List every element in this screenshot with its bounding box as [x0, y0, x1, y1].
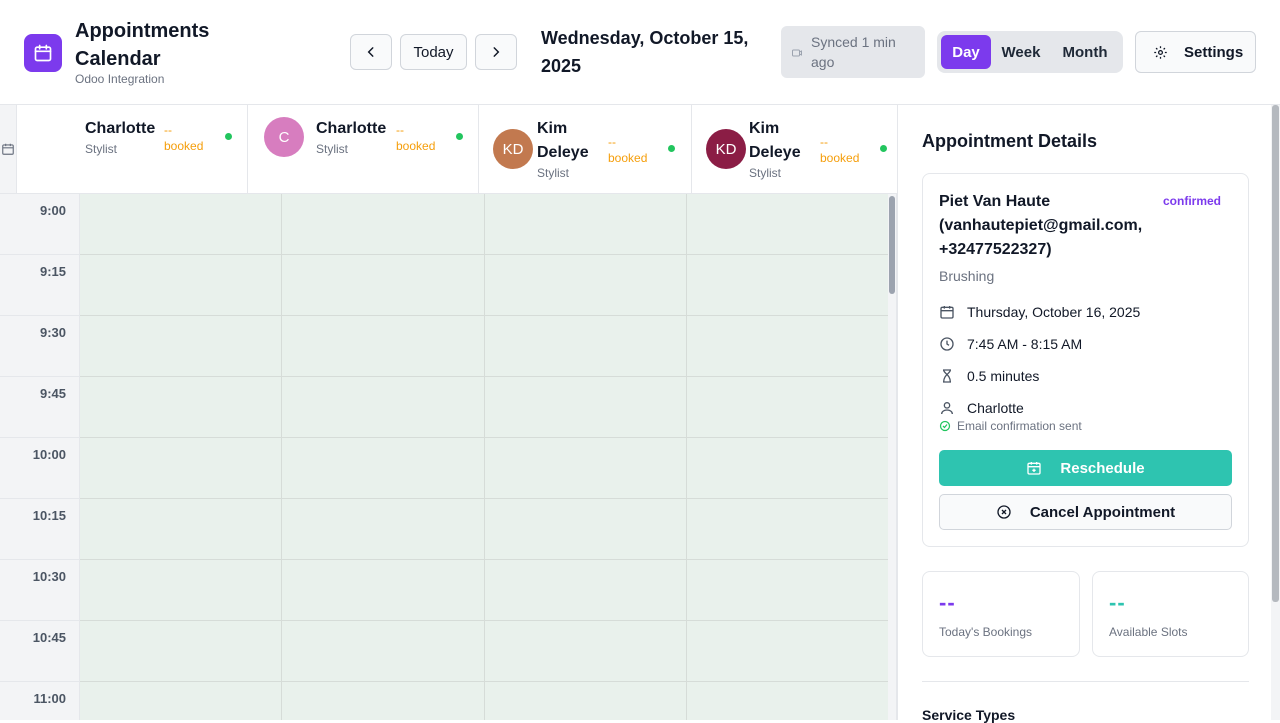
staff-role: Stylist [316, 142, 349, 156]
calendar-icon [940, 306, 954, 319]
online-status-dot [880, 145, 887, 152]
service-name: Brushing [939, 268, 995, 284]
client-info: Piet Van Haute (vanhautepiet@gmail.com, … [939, 193, 1143, 258]
status-badge: confirmed [1162, 194, 1221, 208]
settings-button[interactable]: Settings [1135, 31, 1256, 73]
time-slot-cells[interactable] [80, 194, 888, 720]
current-date-title: Wednesday, October 15, 2025 [541, 28, 749, 76]
panel-divider [922, 681, 1249, 682]
check-circle-icon [939, 420, 951, 432]
appointment-details-panel: Appointment Details Piet Van Haute (vanh… [897, 105, 1271, 723]
cancel-appointment-button[interactable]: Cancel Appointment [939, 494, 1232, 530]
service-types-title: Service Types [922, 707, 1016, 723]
view-switcher: Day Week Month [937, 31, 1123, 73]
view-month-button[interactable]: Month [1051, 35, 1119, 69]
x-circle-icon [997, 505, 1011, 519]
appointment-duration: 0.5 minutes [967, 368, 1040, 384]
available-slots-label: Available Slots [1109, 625, 1188, 639]
calendar-icon [2, 143, 14, 155]
view-week-button[interactable]: Week [995, 35, 1047, 69]
view-day-button[interactable]: Day [941, 35, 991, 69]
settings-label: Settings [1184, 43, 1244, 61]
online-status-dot [456, 133, 463, 140]
staff-name: Kim Deleye [537, 120, 589, 161]
time-label: 9:45 [39, 386, 66, 401]
gear-icon [1154, 45, 1167, 59]
next-day-button[interactable] [475, 34, 517, 70]
staff-gutter [0, 105, 17, 193]
available-slots-value: -- [1109, 590, 1126, 615]
appointment-date-row: Thursday, October 16, 2025 [939, 301, 1140, 323]
appointment-duration-row: 0.5 minutes [939, 365, 1039, 387]
avatar: C [264, 117, 304, 157]
grid-scrollbar-thumb[interactable] [889, 196, 895, 294]
staff-name: Kim Deleye [749, 120, 801, 161]
avatar: KD [493, 129, 533, 169]
time-label: 10:15 [32, 508, 66, 523]
time-label: 10:45 [32, 630, 66, 645]
calendar-plus-icon [1027, 462, 1042, 475]
today-button[interactable]: Today [400, 34, 467, 70]
staff-name: Charlotte [316, 120, 387, 137]
staff-header-row: Charlotte Stylist -- booked C Charlotte … [0, 105, 897, 194]
staff-column-header[interactable]: KD Kim Deleye Stylist -- booked [692, 105, 897, 193]
time-column: 9:00 9:15 9:30 9:45 10:00 10:15 10:30 10… [0, 194, 80, 720]
page-scrollbar-thumb[interactable] [1272, 105, 1279, 602]
time-label: 10:00 [32, 447, 66, 462]
time-label: 9:00 [39, 203, 66, 218]
day-schedule-grid: 9:00 9:15 9:30 9:45 10:00 10:15 10:30 10… [0, 194, 888, 720]
time-label: 10:30 [32, 569, 66, 584]
chevron-left-icon [367, 47, 374, 57]
time-label: 9:30 [39, 325, 66, 340]
grid-scrollbar[interactable] [888, 194, 897, 720]
online-status-dot [668, 145, 675, 152]
appointment-time-row: 7:45 AM - 8:15 AM [939, 333, 1082, 355]
available-slots-card: -- Available Slots [1092, 571, 1249, 657]
time-label: 9:15 [39, 264, 66, 279]
email-confirmation-text: Email confirmation sent [957, 419, 1082, 433]
staff-role: Stylist [537, 166, 570, 180]
page-scrollbar[interactable] [1271, 105, 1280, 720]
sync-status-text: Synced 1 min ago [811, 34, 896, 70]
app-header: Appointments Calendar Odoo Integration T… [0, 0, 1280, 105]
appointment-staff-row: Charlotte [939, 397, 1024, 419]
prev-day-button[interactable] [350, 34, 392, 70]
todays-bookings-card: -- Today's Bookings [922, 571, 1080, 657]
staff-booked-count: -- booked [608, 135, 648, 165]
clock-icon [940, 337, 954, 351]
app-subtitle: Odoo Integration [75, 72, 165, 86]
reschedule-label: Reschedule [1060, 459, 1145, 477]
user-icon [941, 402, 953, 415]
appointment-card: Piet Van Haute (vanhautepiet@gmail.com, … [922, 173, 1249, 547]
appointment-date: Thursday, October 16, 2025 [967, 304, 1141, 320]
chevron-right-icon [493, 47, 500, 57]
staff-role: Stylist [85, 142, 118, 156]
hourglass-icon [943, 369, 951, 383]
staff-column-header[interactable]: KD Kim Deleye Stylist -- booked [479, 105, 692, 193]
time-label: 11:00 [33, 691, 66, 706]
staff-column-header[interactable]: C Charlotte Stylist -- booked [248, 105, 479, 193]
sync-status-icon [791, 44, 803, 64]
panel-title: Appointment Details [922, 131, 1098, 151]
appointment-time: 7:45 AM - 8:15 AM [967, 336, 1083, 352]
todays-bookings-value: -- [939, 590, 956, 615]
staff-column-header[interactable]: Charlotte Stylist -- booked [17, 105, 248, 193]
staff-name: Charlotte [85, 120, 156, 137]
reschedule-button[interactable]: Reschedule [939, 450, 1232, 486]
staff-booked-count: -- booked [164, 123, 204, 153]
sync-status: Synced 1 min ago [781, 26, 925, 78]
staff-booked-count: -- booked [396, 123, 436, 153]
staff-booked-count: -- booked [820, 135, 860, 165]
online-status-dot [225, 133, 232, 140]
staff-role: Stylist [749, 166, 782, 180]
calendar-logo-icon [24, 34, 62, 72]
todays-bookings-label: Today's Bookings [939, 625, 1033, 639]
avatar: KD [706, 129, 746, 169]
cancel-appointment-label: Cancel Appointment [1029, 503, 1176, 521]
email-confirmation-note: Email confirmation sent [939, 419, 1082, 433]
app-title: Appointments Calendar [75, 20, 210, 70]
appointment-staff: Charlotte [967, 400, 1024, 416]
